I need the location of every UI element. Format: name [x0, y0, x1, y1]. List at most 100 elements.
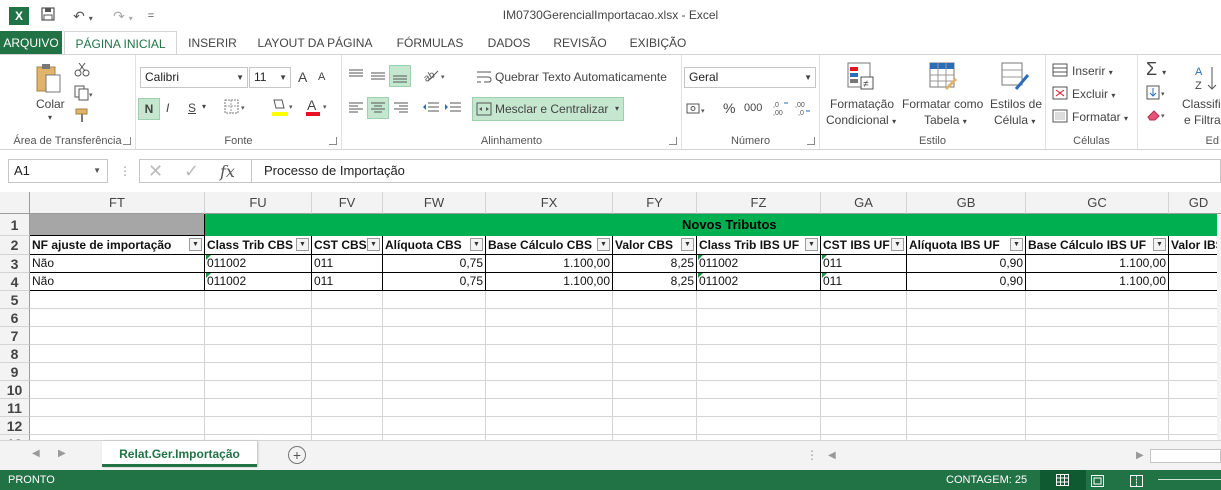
- font-launcher-icon[interactable]: [329, 137, 337, 145]
- row-header[interactable]: 1: [0, 214, 30, 236]
- enter-icon[interactable]: ✓: [184, 161, 199, 182]
- row-header[interactable]: 11: [0, 399, 30, 417]
- empty-cell[interactable]: [613, 363, 697, 381]
- align-right-icon[interactable]: [393, 101, 409, 118]
- filter-dropdown-icon[interactable]: ▼: [296, 238, 309, 251]
- empty-cell[interactable]: [205, 363, 312, 381]
- empty-cell[interactable]: [1026, 363, 1169, 381]
- tab-insert[interactable]: INSERIR: [185, 31, 240, 55]
- column-header[interactable]: GB: [907, 192, 1026, 214]
- empty-cell[interactable]: [30, 309, 205, 327]
- error-indicator-icon[interactable]: [698, 273, 703, 278]
- empty-cell[interactable]: [1169, 291, 1221, 309]
- data-cell[interactable]: 011002: [205, 273, 312, 291]
- column-header-cell[interactable]: Class Trib CBS ▼: [205, 236, 312, 255]
- tab-page-layout[interactable]: LAYOUT DA PÁGINA: [252, 31, 378, 55]
- filter-dropdown-icon[interactable]: ▼: [189, 238, 202, 251]
- empty-cell[interactable]: [1169, 381, 1221, 399]
- data-cell[interactable]: 1.100,00: [1026, 273, 1169, 291]
- empty-cell[interactable]: [613, 399, 697, 417]
- align-left-icon[interactable]: [348, 101, 364, 118]
- empty-cell[interactable]: [205, 417, 312, 435]
- sort-filter-line1[interactable]: Classifi: [1182, 97, 1221, 111]
- filter-dropdown-icon[interactable]: ▼: [1010, 238, 1023, 251]
- data-cell[interactable]: 0,90: [907, 273, 1026, 291]
- conditional-formatting-line2[interactable]: Condicional ▾: [826, 113, 896, 127]
- empty-cell[interactable]: [312, 345, 383, 363]
- data-cell[interactable]: [1169, 273, 1221, 291]
- data-cell[interactable]: 011002: [697, 255, 821, 273]
- normal-view-button[interactable]: [1040, 470, 1086, 490]
- empty-cell[interactable]: [383, 327, 486, 345]
- row-header[interactable]: 8: [0, 345, 30, 363]
- next-sheet-icon[interactable]: ▶: [58, 448, 66, 459]
- column-header[interactable]: GD: [1169, 192, 1221, 214]
- format-cells-icon[interactable]: [1052, 109, 1068, 126]
- error-indicator-icon[interactable]: [822, 273, 827, 278]
- tab-home[interactable]: PÁGINA INICIAL: [64, 31, 177, 55]
- empty-cell[interactable]: [30, 291, 205, 309]
- font-size-combo[interactable]: 11 ▼: [249, 67, 291, 88]
- empty-cell[interactable]: [30, 363, 205, 381]
- empty-cell[interactable]: [1169, 309, 1221, 327]
- data-cell[interactable]: 011: [821, 255, 907, 273]
- row-header[interactable]: 2: [0, 236, 30, 255]
- column-header[interactable]: FT: [30, 192, 205, 214]
- conditional-formatting-line1[interactable]: Formatação: [830, 97, 894, 111]
- percent-button[interactable]: %: [723, 100, 735, 116]
- horizontal-scroll-thumb[interactable]: [1150, 449, 1221, 463]
- empty-cell[interactable]: [205, 381, 312, 399]
- empty-cell[interactable]: [907, 309, 1026, 327]
- error-indicator-icon[interactable]: [206, 273, 211, 278]
- empty-cell[interactable]: [821, 417, 907, 435]
- shrink-font-button[interactable]: A: [318, 71, 325, 83]
- empty-cell[interactable]: [383, 291, 486, 309]
- column-header-cell[interactable]: NF ajuste de importação ▼: [30, 236, 205, 255]
- row-header[interactable]: 10: [0, 381, 30, 399]
- worksheet-grid[interactable]: FTFUFVFWFXFYFZGAGBGCGD 12345678910111213…: [0, 192, 1221, 440]
- empty-cell[interactable]: [697, 345, 821, 363]
- page-break-view-icon[interactable]: [1130, 474, 1143, 490]
- column-header-cell[interactable]: Valor IBS: [1169, 236, 1221, 255]
- empty-cell[interactable]: [907, 345, 1026, 363]
- format-cells-button[interactable]: Formatar ▾: [1072, 110, 1128, 124]
- filter-dropdown-icon[interactable]: ▼: [891, 238, 904, 251]
- data-cell[interactable]: 8,25: [613, 273, 697, 291]
- scroll-right-icon[interactable]: ▶: [1136, 450, 1144, 461]
- empty-cell[interactable]: [821, 309, 907, 327]
- fill-icon[interactable]: ▾: [1146, 85, 1170, 104]
- empty-cell[interactable]: [312, 327, 383, 345]
- clipboard-launcher-icon[interactable]: [123, 137, 131, 145]
- empty-cell[interactable]: [613, 291, 697, 309]
- empty-cell[interactable]: [486, 309, 613, 327]
- column-header-cell[interactable]: Base Cálculo CBS ▼: [486, 236, 613, 255]
- error-indicator-icon[interactable]: [698, 255, 703, 260]
- data-cell[interactable]: 0,90: [907, 255, 1026, 273]
- zoom-slider[interactable]: [1158, 479, 1221, 480]
- prev-sheet-icon[interactable]: ◀: [32, 448, 40, 459]
- underline-button[interactable]: S: [188, 101, 196, 115]
- empty-cell[interactable]: [697, 327, 821, 345]
- format-as-table-line2[interactable]: Tabela ▾: [924, 113, 967, 127]
- format-painter-icon[interactable]: [74, 107, 90, 126]
- empty-cell[interactable]: [312, 309, 383, 327]
- empty-cell[interactable]: [613, 417, 697, 435]
- empty-cell[interactable]: [486, 381, 613, 399]
- empty-cell[interactable]: [486, 399, 613, 417]
- filter-dropdown-icon[interactable]: ▼: [1153, 238, 1166, 251]
- merge-center-button[interactable]: Mesclar e Centralizar ▾: [472, 97, 624, 121]
- data-cell[interactable]: 1.100,00: [486, 255, 613, 273]
- data-cell[interactable]: [1169, 255, 1221, 273]
- empty-cell[interactable]: [30, 417, 205, 435]
- empty-cell[interactable]: [205, 345, 312, 363]
- empty-cell[interactable]: [205, 327, 312, 345]
- align-middle-icon[interactable]: [370, 69, 386, 86]
- row-header[interactable]: 6: [0, 309, 30, 327]
- empty-cell[interactable]: [205, 309, 312, 327]
- error-indicator-icon[interactable]: [822, 255, 827, 260]
- filter-dropdown-icon[interactable]: ▼: [805, 238, 818, 251]
- filter-dropdown-icon[interactable]: ▼: [681, 238, 694, 251]
- row-header[interactable]: 4: [0, 273, 30, 291]
- autosum-icon[interactable]: Σ ▾: [1146, 59, 1166, 80]
- fill-color-icon[interactable]: ▾: [270, 97, 296, 120]
